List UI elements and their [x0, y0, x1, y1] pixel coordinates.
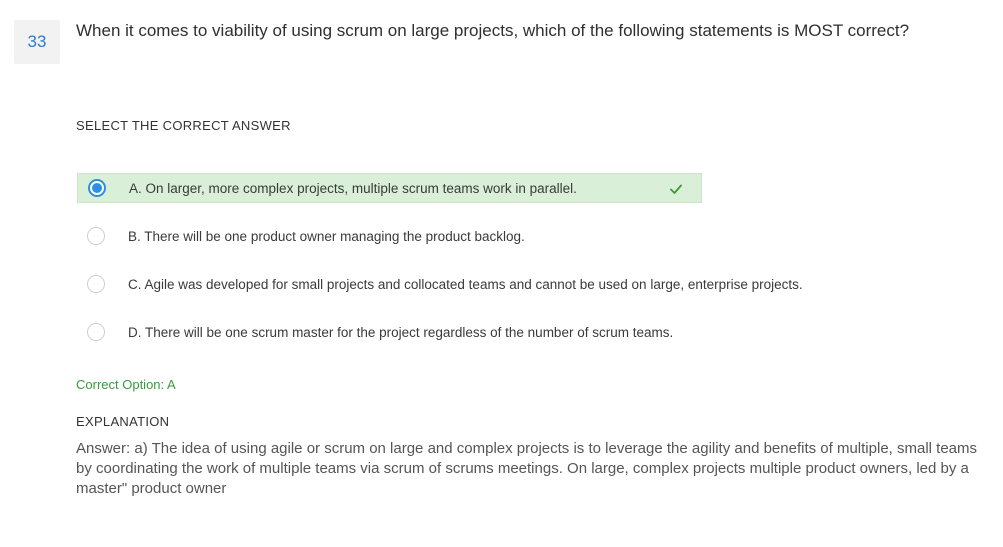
explanation-label: EXPLANATION: [76, 414, 170, 429]
option-a[interactable]: A. On larger, more complex projects, mul…: [77, 173, 702, 203]
checkmark-icon: [670, 184, 682, 194]
option-c-radio[interactable]: [87, 275, 105, 293]
option-c[interactable]: C. Agile was developed for small project…: [77, 269, 803, 299]
option-d-radio[interactable]: [87, 323, 105, 341]
option-c-text: C. Agile was developed for small project…: [128, 276, 803, 292]
question-text: When it comes to viability of using scru…: [76, 21, 910, 40]
option-a-radio[interactable]: [88, 179, 106, 197]
select-answer-label: SELECT THE CORRECT ANSWER: [76, 118, 291, 133]
explanation-text: Answer: a) The idea of using agile or sc…: [76, 440, 978, 497]
question-number: 33: [14, 20, 60, 64]
option-b[interactable]: B. There will be one product owner manag…: [77, 221, 702, 251]
option-d[interactable]: D. There will be one scrum master for th…: [77, 317, 702, 347]
option-a-text: A. On larger, more complex projects, mul…: [129, 180, 577, 196]
option-b-radio[interactable]: [87, 227, 105, 245]
option-d-text: D. There will be one scrum master for th…: [128, 324, 674, 340]
correct-option-label: Correct Option: A: [76, 377, 176, 392]
radio-selected-dot: [92, 183, 102, 193]
option-b-text: B. There will be one product owner manag…: [128, 228, 525, 244]
